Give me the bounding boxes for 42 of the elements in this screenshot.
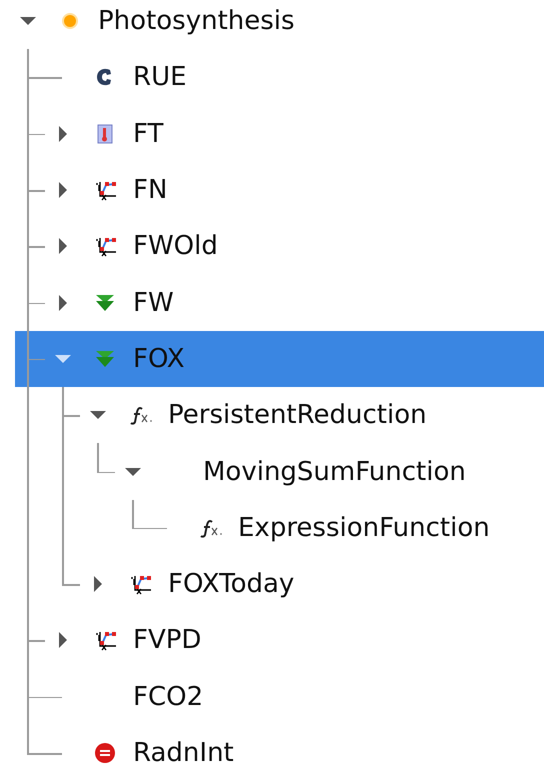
item-label: RUE — [133, 62, 187, 92]
chart-icon — [129, 573, 153, 596]
item-label: FVPD — [133, 625, 202, 656]
tree-item[interactable]: MovingSumFunction — [10, 443, 544, 500]
tree-item[interactable]: PersistentReduction — [10, 387, 544, 444]
tree-item[interactable]: FVPD — [10, 612, 544, 669]
tree-item[interactable]: FOXToday — [10, 556, 544, 612]
item-label: FOX — [133, 344, 185, 374]
expander-arrow[interactable] — [94, 576, 102, 592]
item-label: RadnInt — [133, 738, 234, 768]
item-label: FOXToday — [168, 569, 294, 600]
item-label: FWOld — [133, 231, 218, 262]
tree-item[interactable]: FN — [10, 162, 544, 218]
stop-icon — [94, 742, 116, 764]
tree-item[interactable]: Photosynthesis — [10, 0, 544, 50]
expander-arrow[interactable] — [124, 468, 140, 476]
chart-icon — [94, 235, 118, 258]
item-label: FW — [133, 288, 174, 318]
tree-item[interactable]: FW — [10, 274, 544, 331]
item-label: FT — [133, 118, 164, 149]
item-label: ExpressionFunction — [238, 512, 490, 543]
expander-arrow[interactable] — [58, 238, 66, 254]
item-label: PersistentReduction — [168, 400, 427, 430]
tree-item[interactable]: RUE — [10, 49, 544, 106]
expander-arrow[interactable] — [58, 294, 66, 311]
expander-arrow[interactable] — [58, 126, 66, 142]
expander-arrow[interactable] — [20, 17, 36, 26]
tree-item[interactable]: FCO2 — [10, 668, 544, 725]
tree-item[interactable]: FT — [10, 106, 544, 162]
tree-item[interactable]: FWOld — [10, 218, 544, 274]
item-label: Photosynthesis — [98, 6, 295, 36]
chart-icon — [94, 179, 118, 202]
expander-arrow[interactable] — [58, 632, 66, 648]
expander-arrow[interactable] — [58, 182, 66, 198]
item-label: FCO2 — [133, 682, 204, 712]
tree-item[interactable]: ExpressionFunction — [10, 500, 544, 556]
item-label: MovingSumFunction — [203, 456, 466, 487]
chart-icon — [94, 629, 118, 652]
item-label: FN — [133, 175, 168, 206]
expander-arrow[interactable] — [90, 411, 106, 420]
function-icon — [129, 404, 155, 426]
tree-item[interactable]: RadnInt — [10, 724, 544, 782]
